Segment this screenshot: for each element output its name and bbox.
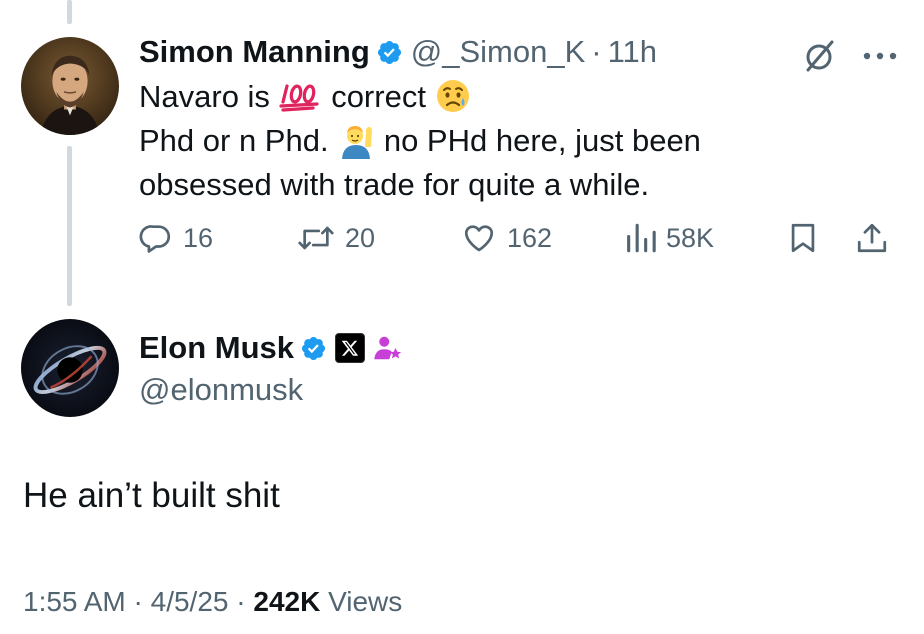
retweet-button[interactable]: 20 bbox=[297, 216, 375, 260]
analytics-icon bbox=[627, 223, 656, 253]
reply-icon bbox=[139, 225, 171, 253]
tweet-date[interactable]: 4/5/25 bbox=[151, 586, 229, 617]
author-name[interactable]: Elon Musk bbox=[139, 330, 294, 366]
thread-line-top bbox=[67, 0, 72, 24]
retweet-icon bbox=[298, 226, 334, 250]
like-button[interactable]: 162 bbox=[461, 216, 552, 260]
reply-button[interactable]: 16 bbox=[139, 216, 213, 260]
tweet-text-line-2: Phd or n Phd. no PHd here, just been bbox=[139, 119, 879, 163]
x-affiliate-badge-icon[interactable] bbox=[335, 333, 366, 363]
views-count: 58K bbox=[666, 222, 715, 253]
bookmark-button[interactable] bbox=[786, 216, 820, 260]
sad-relieved-face-emoji-icon bbox=[436, 79, 469, 112]
verified-badge-icon[interactable] bbox=[376, 39, 403, 66]
text-segment: Phd or n Phd. bbox=[139, 123, 329, 158]
author-handle[interactable]: @_Simon_K bbox=[411, 34, 586, 70]
avatar-portrait-image bbox=[21, 37, 119, 135]
retweet-count: 20 bbox=[345, 222, 376, 253]
parent-tweet-header: Simon Manning @_Simon_K · 11h bbox=[139, 30, 657, 74]
separator-dot: · bbox=[236, 586, 246, 617]
verified-badge-icon[interactable] bbox=[300, 335, 327, 362]
reply-count: 16 bbox=[183, 222, 214, 253]
reply-tweet-header: Elon Musk bbox=[139, 326, 403, 370]
person-star-badge-icon[interactable] bbox=[373, 333, 403, 363]
hundred-points-emoji-icon bbox=[278, 84, 319, 112]
avatar-simon-manning[interactable] bbox=[21, 37, 119, 135]
tweet-meta: 1:55 AM · 4/5/25 · 242K Views bbox=[23, 582, 402, 622]
separator-dot: · bbox=[591, 34, 602, 69]
avatar-blackhole-image bbox=[21, 319, 119, 417]
like-count: 162 bbox=[507, 222, 553, 253]
tweet-views-count[interactable]: 242K bbox=[253, 586, 320, 617]
share-button[interactable] bbox=[855, 216, 889, 260]
tweet-timestamp[interactable]: 1:55 AM bbox=[23, 586, 126, 617]
text-segment: no PHd here, just been bbox=[383, 123, 701, 158]
reply-author-handle[interactable]: @elonmusk bbox=[139, 368, 303, 412]
author-name[interactable]: Simon Manning bbox=[139, 34, 370, 70]
reply-tweet-text: He ain’t built shit bbox=[23, 476, 280, 515]
text-segment: Navaro is bbox=[139, 79, 270, 114]
text-segment: correct bbox=[331, 79, 426, 114]
person-raising-hand-emoji-icon bbox=[342, 125, 373, 159]
tweet-text-line-1: Navaro is correct bbox=[139, 75, 879, 119]
heart-icon bbox=[464, 225, 494, 252]
separator-dot: · bbox=[133, 586, 143, 617]
tweet-time[interactable]: 11h bbox=[608, 34, 657, 70]
views-button[interactable]: 58K bbox=[624, 216, 714, 260]
avatar-elon-musk[interactable] bbox=[21, 319, 119, 417]
thread-line bbox=[67, 146, 72, 306]
more-options-icon[interactable] bbox=[862, 50, 898, 62]
tweet-text-line-3: obsessed with trade for quite a while. bbox=[139, 167, 650, 202]
bookmark-icon bbox=[791, 223, 815, 253]
parent-tweet-text: Navaro is correct Phd or n Phd. no PHd h… bbox=[139, 75, 879, 207]
tweet-views-label: Views bbox=[328, 586, 403, 617]
share-icon bbox=[857, 223, 887, 253]
grok-icon[interactable] bbox=[801, 38, 837, 74]
